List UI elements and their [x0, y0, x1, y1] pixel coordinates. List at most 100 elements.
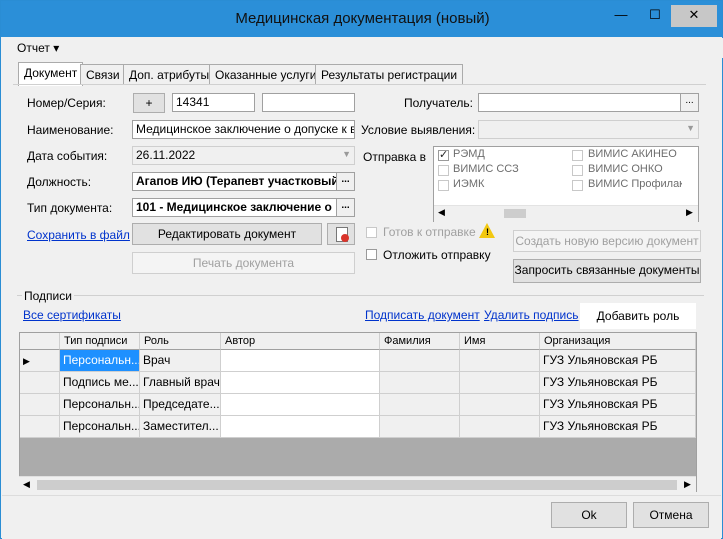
pdf-badge-icon: [341, 234, 349, 242]
doctype-field[interactable]: 101 - Медицинское заключение о ...: [132, 198, 355, 217]
scroll-right-icon[interactable]: ▶: [684, 479, 691, 490]
postpone-send-label: Отложить отправку: [383, 248, 491, 262]
column-header-author[interactable]: Автор: [221, 333, 380, 350]
doctype-ellipsis-button[interactable]: ...: [336, 199, 354, 216]
number-field[interactable]: 14341: [172, 93, 255, 112]
list-hscrollbar[interactable]: ◀ ▶: [434, 205, 698, 222]
save-to-file-link[interactable]: Сохранить в файл: [27, 228, 130, 242]
column-header-type[interactable]: Тип подписи: [60, 333, 140, 350]
ready-to-send-checkbox[interactable]: [366, 227, 377, 238]
all-certificates-link[interactable]: Все сертификаты: [23, 308, 121, 322]
cancel-button[interactable]: Отмена: [633, 502, 709, 528]
table-cell-organization[interactable]: ГУЗ Ульяновская РБ: [540, 372, 696, 394]
condition-field[interactable]: ▼: [478, 120, 699, 139]
table-cell-author[interactable]: [221, 394, 380, 416]
checkbox-vimis-onko[interactable]: [572, 165, 583, 176]
position-ellipsis-button[interactable]: ...: [336, 173, 354, 190]
sign-document-link[interactable]: Подписать документ: [365, 308, 480, 322]
row-header-column: [20, 333, 60, 350]
menu-report[interactable]: Отчет ▾: [17, 41, 59, 55]
maximize-button[interactable]: ☐: [638, 5, 672, 27]
recipient-field[interactable]: ...: [478, 93, 699, 112]
table-cell-firstname[interactable]: [460, 372, 540, 394]
name-field[interactable]: Медицинское заключение о допуске к вып: [132, 120, 355, 139]
table-cell-organization[interactable]: ГУЗ Ульяновская РБ: [540, 394, 696, 416]
table-cell-author[interactable]: [221, 372, 380, 394]
number-add-button[interactable]: +: [133, 93, 165, 113]
ok-button[interactable]: Ok: [551, 502, 627, 528]
table-cell-firstname[interactable]: [460, 416, 540, 438]
tab-registration-results[interactable]: Результаты регистрации: [315, 64, 464, 85]
column-header-role[interactable]: Роль: [140, 333, 221, 350]
table-cell-type[interactable]: Персональн...: [60, 394, 140, 416]
table-cell-firstname[interactable]: [460, 394, 540, 416]
table-cell-author[interactable]: [221, 350, 380, 372]
table-cell-type[interactable]: Подпись ме...: [60, 372, 140, 394]
column-header-firstname[interactable]: Имя: [460, 333, 540, 350]
table-cell-lastname[interactable]: [380, 372, 460, 394]
table-cell-role[interactable]: Врач: [140, 350, 221, 372]
table-hscrollbar[interactable]: ◀ ▶: [19, 476, 696, 493]
tab-extra-attributes[interactable]: Доп. атрибуты: [123, 64, 216, 85]
chevron-down-icon: ▼: [342, 149, 351, 159]
date-field[interactable]: 26.11.2022 ▼: [132, 146, 355, 165]
delete-signature-link[interactable]: Удалить подпись: [484, 308, 579, 322]
row-indicator[interactable]: [20, 372, 60, 394]
recipient-ellipsis-button[interactable]: ...: [680, 94, 698, 111]
table-cell-author[interactable]: [221, 416, 380, 438]
checkbox-vimis-prof[interactable]: [572, 180, 583, 191]
tab-links[interactable]: Связи: [80, 64, 126, 85]
target-label-iemk: ИЭМК: [453, 178, 485, 190]
scroll-left-icon[interactable]: ◀: [23, 479, 30, 490]
postpone-send-checkbox[interactable]: [366, 249, 377, 260]
table-cell-type[interactable]: Персональн...: [60, 416, 140, 438]
send-targets-list[interactable]: ✓ РЭМД ВИМИС АКИНЕО ВИМИС ССЗ ВИМИС ОНКО…: [433, 146, 699, 222]
row-indicator[interactable]: [20, 394, 60, 416]
tab-divider: [13, 84, 706, 85]
table-cell-type[interactable]: Персональн...: [60, 350, 140, 372]
checkmark-icon: ✓: [439, 149, 449, 161]
table-cell-role[interactable]: Заместител...: [140, 416, 221, 438]
table-cell-lastname[interactable]: [380, 394, 460, 416]
checkbox-iemk[interactable]: [438, 180, 449, 191]
date-label: Дата события:: [27, 149, 108, 163]
row-indicator[interactable]: [20, 416, 60, 438]
target-label-vimis-ssz: ВИМИС ССЗ: [453, 163, 519, 175]
ready-to-send-label: Готов к отправке: [383, 225, 476, 239]
condition-label: Условие выявления:: [361, 123, 476, 137]
signatures-group-label: Подписи: [22, 289, 74, 303]
table-cell-lastname[interactable]: [380, 350, 460, 372]
pdf-export-button[interactable]: [327, 223, 355, 245]
series-field[interactable]: [262, 93, 355, 112]
print-document-button[interactable]: Печать документа: [132, 252, 355, 274]
row-indicator[interactable]: ▶: [20, 350, 60, 372]
scroll-thumb[interactable]: [504, 209, 526, 218]
scroll-thumb[interactable]: [37, 480, 677, 490]
column-header-lastname[interactable]: Фамилия: [380, 333, 460, 350]
checkbox-remd[interactable]: ✓: [438, 149, 449, 161]
table-cell-role[interactable]: Главный врач: [140, 372, 221, 394]
target-label-vimis-prof: ВИМИС Профилактика: [588, 178, 682, 190]
scroll-right-icon[interactable]: ▶: [686, 207, 693, 218]
warning-mark: !: [486, 227, 489, 237]
add-role-button[interactable]: Добавить роль: [580, 303, 696, 329]
request-linked-documents-button[interactable]: Запросить связанные документы: [513, 259, 701, 283]
table-cell-organization[interactable]: ГУЗ Ульяновская РБ: [540, 350, 696, 372]
table-cell-role[interactable]: Председате...: [140, 394, 221, 416]
table-cell-lastname[interactable]: [380, 416, 460, 438]
target-label-vimis-onko: ВИМИС ОНКО: [588, 163, 663, 175]
tab-document[interactable]: Документ: [18, 62, 84, 86]
close-button[interactable]: ✕: [671, 5, 717, 27]
doctype-label: Тип документа:: [27, 201, 113, 215]
checkbox-vimis-akineo[interactable]: [572, 150, 583, 161]
column-header-organization[interactable]: Организация: [540, 333, 696, 350]
position-field[interactable]: Агапов ИЮ (Терапевт участковый) ...: [132, 172, 355, 191]
create-new-version-button[interactable]: Создать новую версию документ: [513, 230, 701, 252]
table-cell-firstname[interactable]: [460, 350, 540, 372]
tab-services[interactable]: Оказанные услуги: [209, 64, 323, 85]
table-cell-organization[interactable]: ГУЗ Ульяновская РБ: [540, 416, 696, 438]
scroll-left-icon[interactable]: ◀: [438, 207, 445, 218]
checkbox-vimis-ssz[interactable]: [438, 165, 449, 176]
edit-document-button[interactable]: Редактировать документ: [132, 223, 322, 245]
minimize-button[interactable]: —: [604, 5, 638, 27]
